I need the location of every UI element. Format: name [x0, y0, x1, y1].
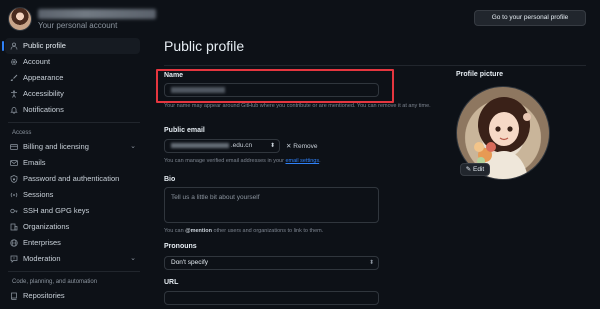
bio-help-suffix: other users and organizations to link to…: [211, 228, 324, 234]
page-title: Public profile: [164, 38, 245, 54]
email-domain: .edu.cn: [230, 142, 253, 149]
repo-icon: [10, 292, 18, 300]
sidebar-item-label: Moderation: [23, 254, 61, 263]
username-blurred: [38, 9, 156, 19]
person-icon: [10, 42, 18, 50]
sidebar-item-label: Enterprises: [23, 238, 61, 247]
accessibility-icon: [10, 90, 18, 98]
chevron-down-icon: ⌄: [130, 143, 136, 150]
organization-icon: [10, 223, 18, 231]
sidebar-item-notifications[interactable]: Notifications: [5, 102, 140, 118]
select-arrows-icon: ⬍: [368, 260, 374, 266]
account-subtitle: Your personal account: [38, 21, 118, 30]
profile-picture-label: Profile picture: [456, 71, 504, 78]
sidebar-item-emails[interactable]: Emails: [5, 155, 140, 171]
sidebar-item-label: Emails: [23, 158, 46, 167]
email-blurred: [171, 142, 229, 148]
bell-icon: [10, 106, 18, 114]
sidebar-item-label: Public profile: [23, 41, 66, 50]
key-icon: [10, 207, 18, 215]
name-highlight-box: [156, 69, 394, 103]
bio-help-mention: @mention: [185, 228, 212, 234]
sidebar-item-account[interactable]: Account: [5, 54, 140, 70]
pronouns-select[interactable]: Don't specify ⬍: [164, 256, 379, 270]
sidebar-item-public-profile[interactable]: Public profile: [2, 38, 140, 54]
sidebar-item-appearance[interactable]: Appearance: [5, 70, 140, 86]
url-input[interactable]: [164, 291, 379, 305]
sidebar-section-code: Code, planning, and automation: [12, 279, 98, 285]
sidebar-item-label: Billing and licensing: [23, 142, 89, 151]
shield-lock-icon: [10, 175, 18, 183]
sidebar-item-billing-and-licensing[interactable]: Billing and licensing ⌄: [5, 139, 140, 155]
bio-help-prefix: You can: [164, 228, 186, 234]
remove-email-button[interactable]: ✕ Remove: [286, 142, 317, 150]
edit-label: Edit: [473, 166, 485, 173]
sidebar-item-organizations[interactable]: Organizations: [5, 219, 140, 235]
public-email-select[interactable]: .edu.cn ⬍: [164, 139, 280, 153]
x-icon: ✕: [286, 143, 292, 150]
settings-sidebar: Public profile Account Appearance Accessibi…: [0, 38, 145, 304]
pencil-icon: ✎: [465, 166, 472, 173]
url-label: URL: [164, 279, 179, 286]
mail-icon: [10, 159, 18, 167]
email-help-suffix: .: [319, 158, 321, 164]
gear-icon: [10, 58, 18, 66]
bio-label: Bio: [164, 176, 176, 183]
sidebar-divider: [8, 271, 140, 272]
sidebar-item-accessibility[interactable]: Accessibility: [5, 86, 140, 102]
sidebar-item-label: Notifications: [23, 105, 64, 114]
chevron-down-icon: ⌄: [130, 255, 136, 262]
pronouns-value: Don't specify: [171, 259, 209, 266]
globe-icon: [10, 239, 18, 247]
sidebar-item-sessions[interactable]: Sessions: [5, 187, 140, 203]
settings-page: Your personal account Go to your persona…: [0, 0, 600, 309]
sidebar-item-label: Sessions: [23, 190, 54, 199]
pronouns-label: Pronouns: [164, 243, 197, 250]
avatar[interactable]: [8, 7, 32, 31]
sidebar-item-ssh-and-gpg-keys[interactable]: SSH and GPG keys: [5, 203, 140, 219]
remove-email-label: Remove: [293, 143, 318, 150]
credit-card-icon: [10, 143, 18, 151]
sidebar-item-label: Account: [23, 57, 51, 66]
go-to-profile-button[interactable]: Go to your personal profile: [474, 10, 586, 26]
sidebar-item-repositories[interactable]: Repositories: [5, 288, 140, 304]
email-help-text: You can manage verified email addresses …: [164, 158, 286, 164]
sidebar-section-access: Access: [12, 130, 32, 136]
sidebar-item-label: Appearance: [23, 73, 64, 82]
sidebar-item-label: Repositories: [23, 291, 65, 300]
edit-profile-picture-button[interactable]: ✎ Edit: [460, 163, 490, 176]
title-divider: [164, 65, 586, 66]
report-icon: [10, 255, 18, 263]
select-arrows-icon: ⬍: [269, 143, 275, 149]
public-email-label: Public email: [164, 127, 205, 134]
paintbrush-icon: [10, 74, 18, 82]
sidebar-item-password-and-authentication[interactable]: Password and authentication: [5, 171, 140, 187]
sidebar-item-label: Organizations: [23, 222, 70, 231]
sidebar-item-moderation[interactable]: Moderation ⌄: [5, 251, 140, 267]
bio-help: You can @mention other users and organiz…: [164, 227, 323, 235]
sidebar-item-enterprises[interactable]: Enterprises: [5, 235, 140, 251]
main-content: Public profile: [164, 38, 434, 60]
public-email-help: You can manage verified email addresses …: [164, 157, 321, 165]
sidebar-item-label: SSH and GPG keys: [23, 206, 90, 215]
name-help: Your name may appear around GitHub where…: [164, 103, 431, 109]
bio-textarea[interactable]: Tell us a little bit about yourself: [164, 187, 379, 223]
broadcast-icon: [10, 191, 18, 199]
sidebar-item-label: Accessibility: [23, 89, 64, 98]
email-settings-link[interactable]: email settings: [285, 158, 319, 164]
sidebar-divider: [8, 122, 140, 123]
sidebar-item-label: Password and authentication: [23, 174, 120, 183]
